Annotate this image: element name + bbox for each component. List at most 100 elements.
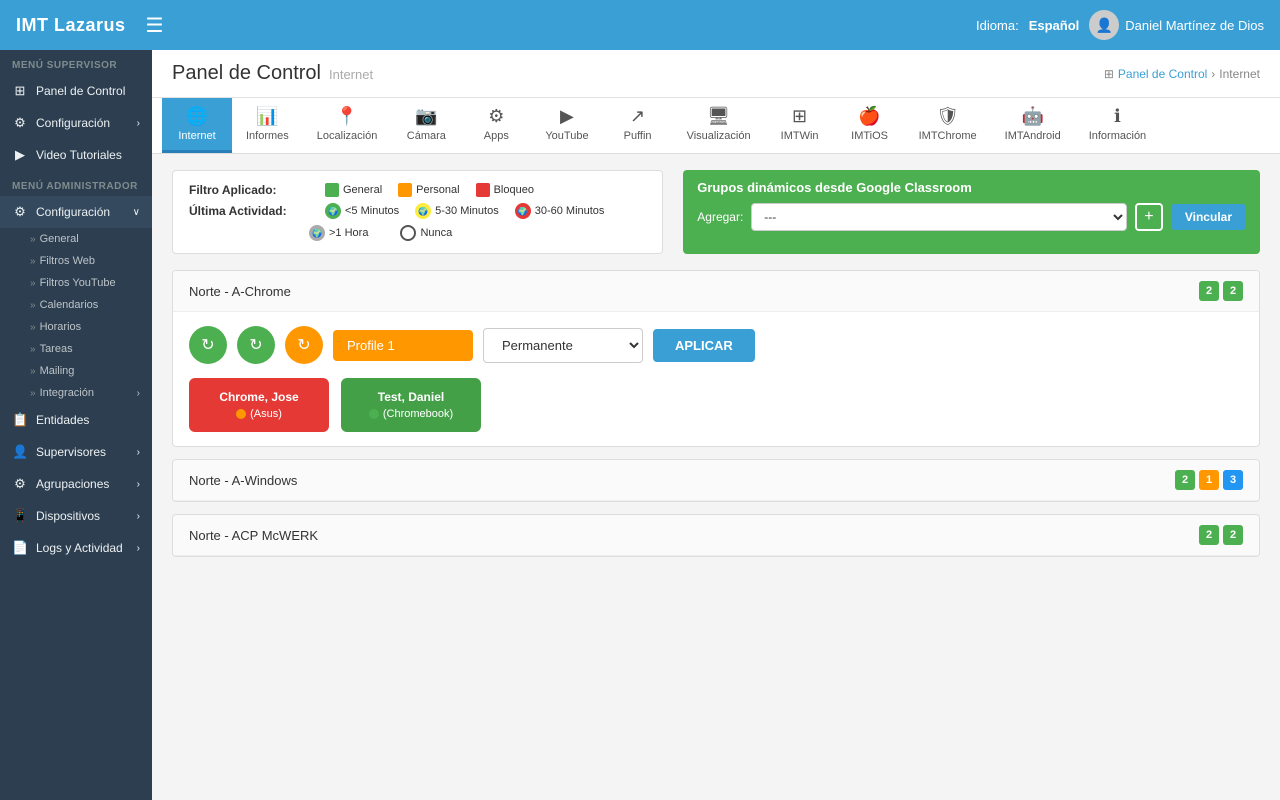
menu-admin-label: MENÚ ADMINISTRADOR bbox=[0, 171, 152, 196]
breadcrumb-item-2: Internet bbox=[1219, 67, 1260, 81]
chevron-right-icon: › bbox=[137, 118, 140, 129]
group-body-norte-a-chrome: ↻ ↻ ↻ Profile 1 Permanente APLICAR bbox=[173, 312, 1259, 446]
informacion-tab-icon: ℹ bbox=[1114, 106, 1121, 127]
sidebar-item-label: Configuración bbox=[36, 205, 110, 219]
navbar-right: Idioma: Español 👤 Daniel Martínez de Dio… bbox=[976, 10, 1264, 40]
sidebar-item-label: Agrupaciones bbox=[36, 477, 109, 491]
tab-informacion[interactable]: ℹ Información bbox=[1075, 98, 1160, 153]
tab-localizacion[interactable]: 📍 Localización bbox=[303, 98, 392, 153]
tab-imtios[interactable]: 🍎 IMTiOS bbox=[835, 98, 905, 153]
menu-toggle-icon[interactable]: ☰ bbox=[146, 13, 164, 38]
tab-label: Visualización bbox=[687, 130, 751, 142]
tab-puffin[interactable]: ↗ Puffin bbox=[603, 98, 673, 153]
30min-dot: 🌍 bbox=[415, 203, 431, 219]
sidebar: MENÚ SUPERVISOR ⊞ Panel de Control ⚙ Con… bbox=[0, 50, 152, 800]
language-value: Español bbox=[1029, 18, 1080, 33]
youtube-tab-icon: ▶ bbox=[560, 106, 574, 127]
student-card-chrome-jose[interactable]: Chrome, Jose (Asus) bbox=[189, 378, 329, 432]
page-subtitle: Internet bbox=[329, 67, 373, 82]
group-badges: 2 1 3 bbox=[1175, 470, 1243, 490]
sidebar-item-agrupaciones[interactable]: ⚙ Agrupaciones › bbox=[0, 468, 152, 500]
group-badges: 2 2 bbox=[1199, 525, 1243, 545]
classroom-box: Grupos dinámicos desde Google Classroom … bbox=[683, 170, 1260, 254]
permanente-select[interactable]: Permanente bbox=[483, 328, 643, 363]
sidebar-item-configuracion-sup[interactable]: ⚙ Configuración › bbox=[0, 107, 152, 139]
dispositivos-icon: 📱 bbox=[12, 508, 28, 524]
sub-arrow-icon: » bbox=[30, 344, 36, 355]
tab-label: Informes bbox=[246, 130, 289, 142]
sidebar-sub-filtros-web[interactable]: » Filtros Web bbox=[0, 250, 152, 272]
sidebar-sub-filtros-youtube[interactable]: » Filtros YouTube bbox=[0, 272, 152, 294]
bloqueo-label: Bloqueo bbox=[494, 184, 534, 196]
breadcrumb: ⊞ Panel de Control › Internet bbox=[1104, 67, 1260, 81]
group-title: Norte - A-Windows bbox=[189, 473, 297, 488]
config-sup-icon: ⚙ bbox=[12, 115, 28, 131]
filtro-label: Filtro Aplicado: bbox=[189, 183, 309, 197]
tab-imtandroid[interactable]: 🤖 IMTAndroid bbox=[991, 98, 1075, 153]
nunca-label: Nunca bbox=[420, 227, 452, 239]
panel-content: Filtro Aplicado: General Personal Bloque… bbox=[152, 154, 1280, 585]
tab-label: Puffin bbox=[624, 130, 652, 142]
imtchrome-tab-icon: 🛡 bbox=[936, 106, 959, 127]
sidebar-item-supervisores[interactable]: 👤 Supervisores › bbox=[0, 436, 152, 468]
sidebar-sub-tareas[interactable]: » Tareas bbox=[0, 338, 152, 360]
60min-label: 30-60 Minutos bbox=[535, 205, 605, 217]
vincular-button[interactable]: Vincular bbox=[1171, 204, 1246, 230]
refresh-btn-2[interactable]: ↻ bbox=[237, 326, 275, 364]
sidebar-item-panel-control[interactable]: ⊞ Panel de Control bbox=[0, 75, 152, 107]
sidebar-item-configuracion-admin[interactable]: ⚙ Configuración ∨ bbox=[0, 196, 152, 228]
logs-icon: 📄 bbox=[12, 540, 28, 556]
badge-orange: 1 bbox=[1199, 470, 1219, 490]
sidebar-sub-calendarios[interactable]: » Calendarios bbox=[0, 294, 152, 316]
tab-informes[interactable]: 📊 Informes bbox=[232, 98, 303, 153]
ultima-line: Última Actividad: 🌍 <5 Minutos 🌍 5-30 Mi… bbox=[189, 203, 646, 219]
refresh-btn-3[interactable]: ↻ bbox=[285, 326, 323, 364]
navbar-left: IMT Lazarus ☰ bbox=[16, 13, 163, 38]
personal-dot bbox=[398, 183, 412, 197]
sidebar-item-logs[interactable]: 📄 Logs y Actividad › bbox=[0, 532, 152, 564]
chevron-down-icon: ∨ bbox=[133, 207, 140, 218]
filtro-line: Filtro Aplicado: General Personal Bloque… bbox=[189, 183, 646, 197]
tab-imtwin[interactable]: ⊞ IMTWin bbox=[765, 98, 835, 153]
page-title: Panel de Control bbox=[172, 62, 321, 85]
sidebar-sub-integracion[interactable]: » Integración › bbox=[0, 382, 152, 404]
sidebar-sub-horarios[interactable]: » Horarios bbox=[0, 316, 152, 338]
aplicar-button[interactable]: APLICAR bbox=[653, 329, 755, 362]
tab-apps[interactable]: ⚙ Apps bbox=[461, 98, 531, 153]
students-row: Chrome, Jose (Asus) Test, Daniel (Chrome… bbox=[189, 378, 1243, 432]
sidebar-sub-mailing[interactable]: » Mailing bbox=[0, 360, 152, 382]
menu-supervisor-label: MENÚ SUPERVISOR bbox=[0, 50, 152, 75]
panel-control-icon: ⊞ bbox=[12, 83, 28, 99]
tab-youtube[interactable]: ▶ YouTube bbox=[531, 98, 602, 153]
classroom-add-button[interactable]: + bbox=[1135, 203, 1163, 231]
breadcrumb-item-1[interactable]: Panel de Control bbox=[1118, 67, 1207, 81]
filter-bloqueo: Bloqueo bbox=[476, 183, 534, 197]
main-layout: MENÚ SUPERVISOR ⊞ Panel de Control ⚙ Con… bbox=[0, 50, 1280, 800]
tab-internet[interactable]: 🌐 Internet bbox=[162, 98, 232, 153]
sidebar-item-entidades[interactable]: 📋 Entidades bbox=[0, 404, 152, 436]
classroom-select[interactable]: --- bbox=[751, 203, 1127, 231]
student-card-test-daniel[interactable]: Test, Daniel (Chromebook) bbox=[341, 378, 481, 432]
group-header-norte-a-chrome: Norte - A-Chrome 2 2 bbox=[173, 271, 1259, 312]
group-norte-acp-mcwerk: Norte - ACP McWERK 2 2 bbox=[172, 514, 1260, 557]
content-area: Panel de Control Internet ⊞ Panel de Con… bbox=[152, 50, 1280, 800]
5min-dot: 🌍 bbox=[325, 203, 341, 219]
tab-visualizacion[interactable]: 🖥 Visualización bbox=[673, 98, 765, 153]
camara-tab-icon: 📷 bbox=[415, 106, 437, 127]
sidebar-sub-general[interactable]: » General bbox=[0, 228, 152, 250]
sidebar-item-label: Dispositivos bbox=[36, 509, 100, 523]
tab-label: Información bbox=[1089, 130, 1146, 142]
tab-camara[interactable]: 📷 Cámara bbox=[391, 98, 461, 153]
tab-imtchrome[interactable]: 🛡 IMTChrome bbox=[905, 98, 991, 153]
imtios-tab-icon: 🍎 bbox=[858, 106, 880, 127]
profile-select[interactable]: Profile 1 bbox=[333, 330, 473, 361]
group-badges: 2 2 bbox=[1199, 281, 1243, 301]
sidebar-item-video-tutoriales[interactable]: ▶ Video Tutoriales bbox=[0, 139, 152, 171]
refresh-btn-1[interactable]: ↻ bbox=[189, 326, 227, 364]
sidebar-item-dispositivos[interactable]: 📱 Dispositivos › bbox=[0, 500, 152, 532]
sub-arrow-icon: » bbox=[30, 366, 36, 377]
internet-tab-icon: 🌐 bbox=[186, 106, 208, 127]
chevron-right-icon: › bbox=[137, 511, 140, 522]
chevron-right-icon: › bbox=[137, 543, 140, 554]
user-profile[interactable]: 👤 Daniel Martínez de Dios bbox=[1089, 10, 1264, 40]
